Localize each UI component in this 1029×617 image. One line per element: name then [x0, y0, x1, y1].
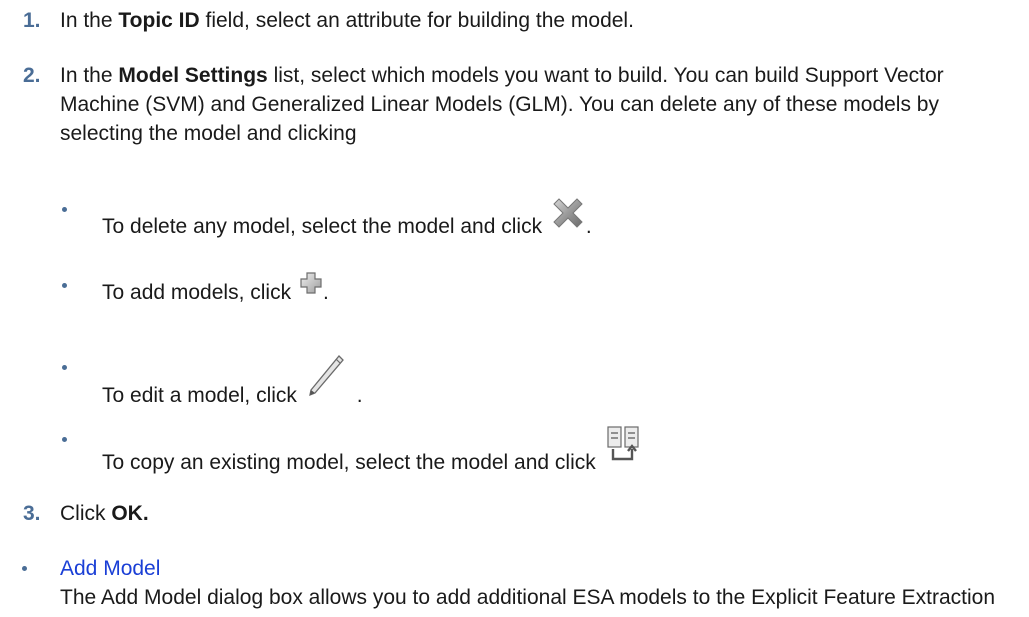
bullet-dot	[62, 437, 67, 442]
field-name: Topic ID	[118, 9, 200, 32]
add-plus-icon	[299, 271, 323, 303]
step-number: 3.	[23, 502, 41, 525]
step-number: 2.	[23, 64, 41, 87]
related-description: The Add Model dialog box allows you to a…	[60, 586, 996, 617]
step-text: In the Model Settings list, select which…	[60, 64, 944, 145]
bullet-dot	[62, 207, 67, 212]
add-model-link[interactable]: Add Model	[60, 557, 160, 580]
bullet-text: To copy an existing model, select the mo…	[102, 425, 640, 477]
bullet-dot	[62, 365, 67, 370]
copy-model-icon	[606, 425, 640, 473]
bullet-dot	[62, 283, 67, 288]
list-name: Model Settings	[118, 64, 268, 87]
step-text: Click OK.	[60, 502, 149, 525]
bullet-text: To edit a model, click .	[102, 353, 363, 410]
pencil-edit-icon	[305, 353, 345, 409]
ok-label: OK.	[111, 502, 149, 525]
step-text: In the Topic ID field, select an attribu…	[60, 9, 634, 32]
bullet-text: To delete any model, select the model an…	[102, 195, 592, 241]
bullet-dot	[22, 566, 27, 571]
delete-x-icon	[550, 195, 586, 239]
step-number: 1.	[23, 9, 41, 32]
bullet-text: To add models, click .	[102, 271, 329, 307]
